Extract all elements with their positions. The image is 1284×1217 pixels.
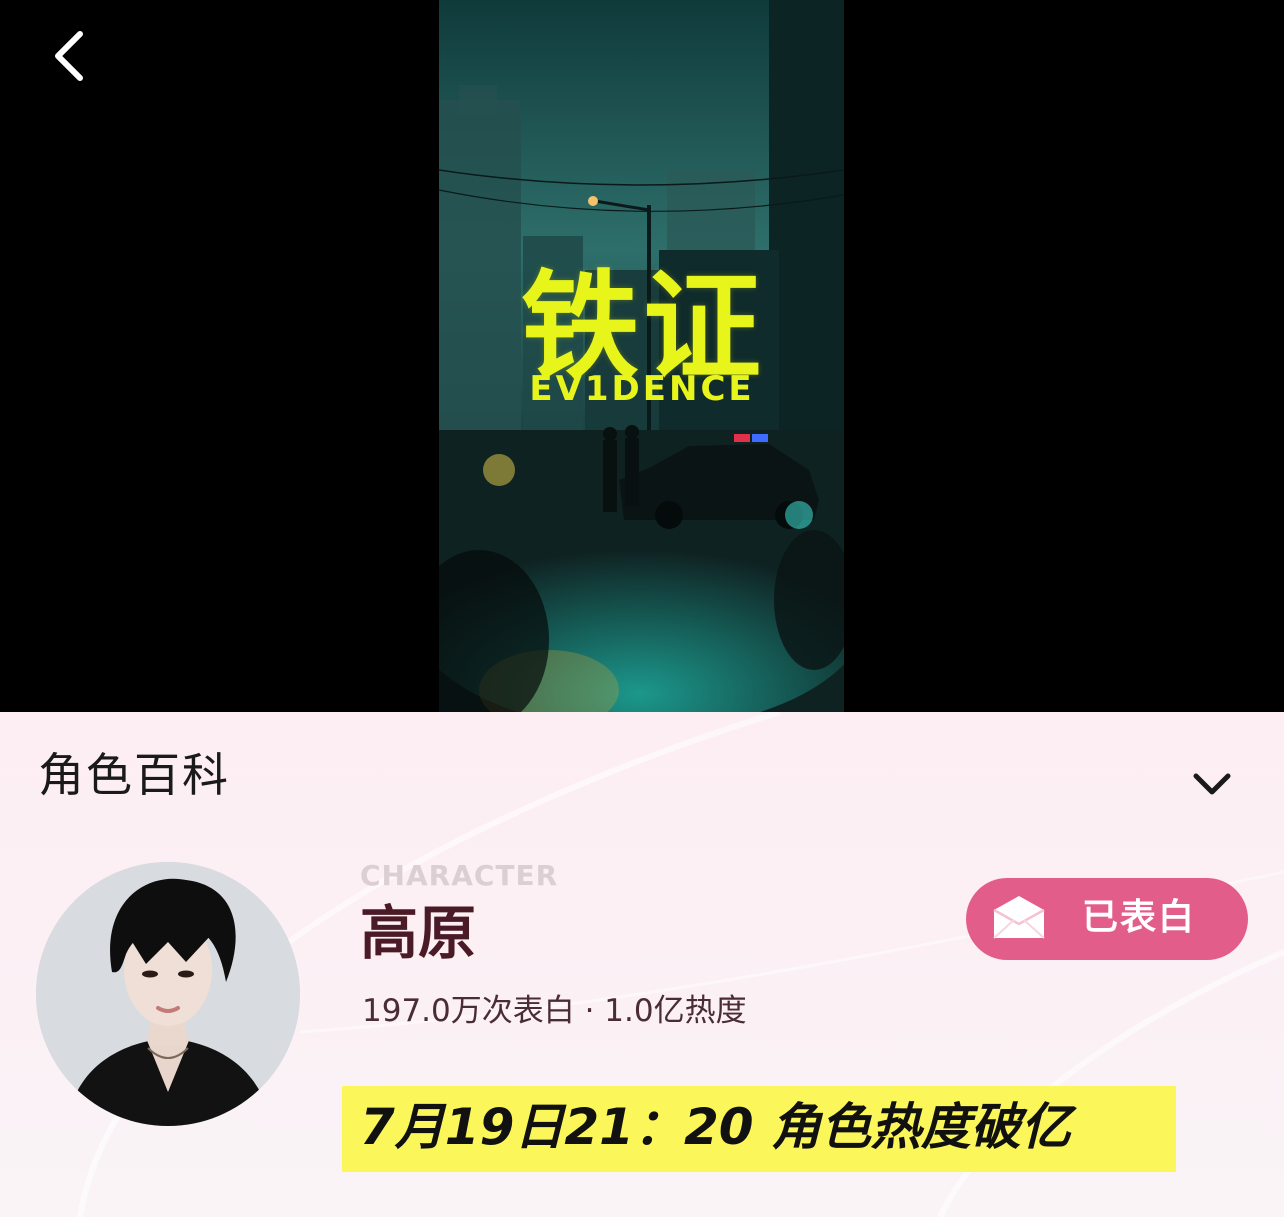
envelope-icon xyxy=(993,896,1045,939)
chevron-down-icon xyxy=(1193,773,1231,795)
milestone-text: 7月19日21：20 角色热度破亿 xyxy=(360,1098,1071,1156)
chevron-left-icon xyxy=(55,31,83,81)
section-title: 角色百科 xyxy=(38,748,230,802)
avatar[interactable] xyxy=(36,862,300,1126)
character-portrait xyxy=(36,862,300,1126)
poster-subtitle: EV1DENCE xyxy=(529,369,755,409)
character-eyebrow: CHARACTER xyxy=(360,859,559,892)
drama-poster: 铁证 EV1DENCE xyxy=(439,0,844,712)
character-wiki-panel: 角色百科 CHARACTER 高原 197.0万次表白 · 1.0亿热度 已表白… xyxy=(0,712,1284,1217)
character-stats: 197.0万次表白 · 1.0亿热度 xyxy=(362,993,747,1029)
confess-button[interactable]: 已表白 xyxy=(966,878,1248,960)
back-button[interactable] xyxy=(38,24,102,88)
video-player[interactable]: 铁证 EV1DENCE xyxy=(0,0,1284,712)
milestone-banner: 7月19日21：20 角色热度破亿 xyxy=(342,1086,1176,1172)
collapse-button[interactable] xyxy=(1188,764,1236,804)
character-name: 高原 xyxy=(360,899,477,967)
confess-button-label: 已表白 xyxy=(1082,897,1197,938)
